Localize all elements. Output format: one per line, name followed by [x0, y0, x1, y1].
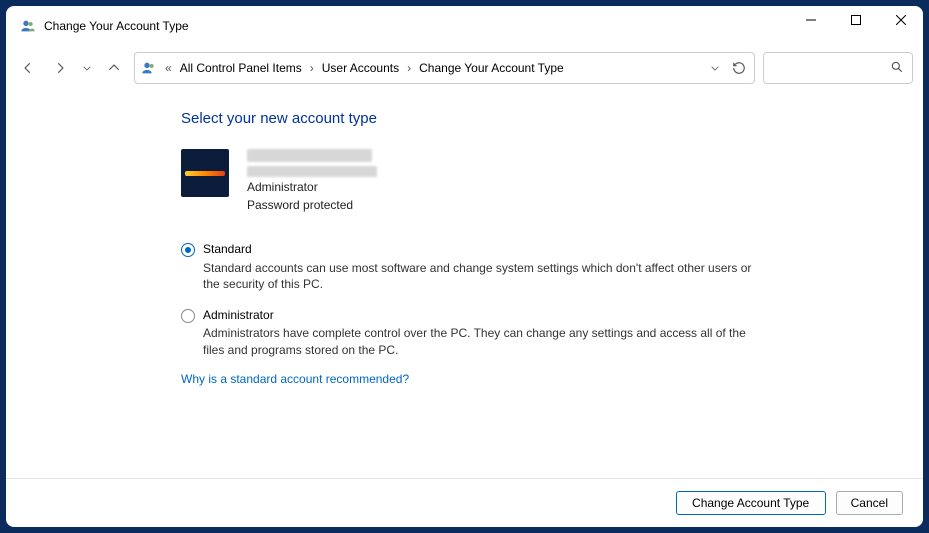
users-icon — [141, 60, 157, 76]
avatar — [181, 149, 229, 197]
close-button[interactable] — [878, 6, 923, 34]
up-button[interactable] — [102, 56, 126, 80]
window: Change Your Account Type — [6, 6, 923, 527]
help-link[interactable]: Why is a standard account recommended? — [181, 372, 923, 386]
cancel-button[interactable]: Cancel — [836, 491, 903, 515]
chevron-right-icon: › — [407, 61, 411, 75]
titlebar: Change Your Account Type — [6, 6, 923, 46]
account-summary: Administrator Password protected — [181, 149, 923, 213]
option-label: Administrator — [203, 307, 766, 324]
page-heading: Select your new account type — [181, 110, 923, 127]
account-email-redacted — [247, 166, 377, 177]
radio-selected-icon — [181, 243, 195, 257]
radio-unselected-icon — [181, 309, 195, 323]
history-dropdown[interactable] — [706, 59, 724, 77]
content-area: Select your new account type Administrat… — [6, 90, 923, 478]
maximize-button[interactable] — [833, 6, 878, 34]
users-icon — [20, 18, 36, 34]
option-description: Administrators have complete control ove… — [203, 325, 766, 357]
recent-dropdown[interactable] — [80, 56, 94, 80]
back-button[interactable] — [16, 56, 40, 80]
option-standard[interactable]: Standard Standard accounts can use most … — [181, 241, 766, 292]
toolbar: « All Control Panel Items › User Account… — [6, 46, 923, 90]
address-bar[interactable]: « All Control Panel Items › User Account… — [134, 52, 755, 84]
option-description: Standard accounts can use most software … — [203, 260, 766, 292]
breadcrumb-item[interactable]: All Control Panel Items — [180, 61, 302, 75]
window-title: Change Your Account Type — [44, 19, 189, 33]
window-controls — [788, 6, 923, 46]
option-administrator[interactable]: Administrator Administrators have comple… — [181, 307, 766, 358]
account-status: Password protected — [247, 197, 377, 213]
chevron-left-double-icon: « — [165, 61, 172, 75]
chevron-right-icon: › — [310, 61, 314, 75]
search-icon — [890, 60, 904, 77]
footer: Change Account Type Cancel — [6, 478, 923, 527]
minimize-button[interactable] — [788, 6, 833, 34]
account-type-options: Standard Standard accounts can use most … — [181, 241, 766, 357]
account-role: Administrator — [247, 179, 377, 195]
breadcrumb-item[interactable]: User Accounts — [322, 61, 399, 75]
breadcrumb-item[interactable]: Change Your Account Type — [419, 61, 564, 75]
forward-button[interactable] — [48, 56, 72, 80]
refresh-button[interactable] — [730, 59, 748, 77]
option-label: Standard — [203, 241, 766, 258]
change-account-type-button[interactable]: Change Account Type — [676, 491, 826, 515]
search-input[interactable] — [763, 52, 913, 84]
account-name-redacted — [247, 149, 372, 162]
